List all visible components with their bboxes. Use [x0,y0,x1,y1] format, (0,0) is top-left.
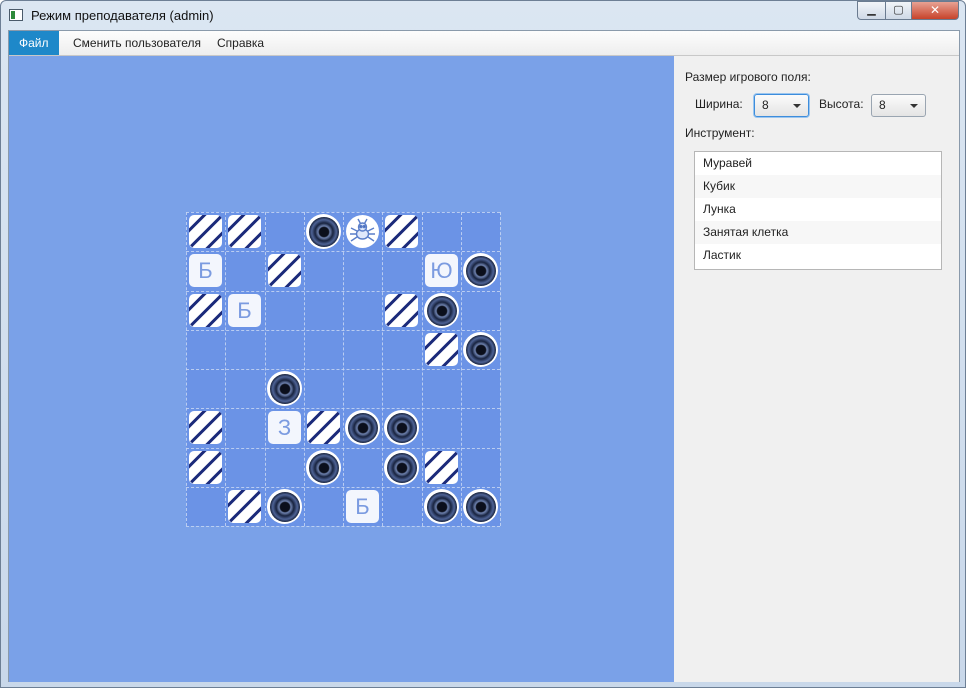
height-label: Высота: [819,97,864,111]
cube-icon [189,451,222,484]
letter-label: З [268,411,301,444]
hole-tile[interactable] [461,251,500,290]
hole-tile[interactable] [422,487,461,526]
hole-tile[interactable] [343,408,382,447]
letter-tile[interactable]: Б [186,251,225,290]
cube-tile[interactable] [382,212,421,251]
cube-tile[interactable] [422,330,461,369]
app-window: Режим преподавателя (admin) ▁ ▢ ✕ Файл С… [0,0,966,688]
hole-icon [463,332,498,367]
cube-tile[interactable] [186,448,225,487]
menu-file[interactable]: Файл [9,31,59,55]
hole-tile[interactable] [461,487,500,526]
hole-icon [306,450,341,485]
game-board[interactable]: Б Ю Б З Б [186,212,501,527]
client-area: Файл Сменить пользователя Справка Б Ю Б ЗБ … [8,30,960,682]
tool-list[interactable]: Муравей Кубик Лунка Занятая клетка Ласти… [694,151,942,270]
letter-label: Ю [425,254,458,287]
hole-icon [267,489,302,524]
letter-tile[interactable]: Б [343,487,382,526]
field-size-heading: Размер игрового поля: [685,70,811,84]
board-area: Б Ю Б З Б [9,56,674,682]
hole-tile[interactable] [304,448,343,487]
hole-icon [267,371,302,406]
ant-tile[interactable] [343,212,382,251]
height-value: 8 [879,98,886,112]
tool-ant[interactable]: Муравей [695,152,941,175]
maximize-button[interactable]: ▢ [885,1,912,20]
hole-tile[interactable] [265,369,304,408]
cube-icon [425,333,458,366]
letter-tile[interactable]: Б [225,291,264,330]
cube-tile[interactable] [186,212,225,251]
cube-icon [189,215,222,248]
cube-icon [385,215,418,248]
cube-tile[interactable] [186,408,225,447]
cube-icon [189,294,222,327]
close-button[interactable]: ✕ [911,1,959,20]
letter-tile[interactable]: Ю [422,251,461,290]
cube-tile[interactable] [422,448,461,487]
hole-icon [345,410,380,445]
ant-icon [346,215,379,248]
hole-icon [424,293,459,328]
app-icon [9,9,23,21]
width-select[interactable]: 8 [754,94,809,117]
letter-label: Б [228,294,261,327]
chevron-down-icon [793,104,801,108]
hole-icon [463,253,498,288]
menu-switch-user[interactable]: Сменить пользователя [63,31,211,55]
window-title: Режим преподавателя (admin) [31,8,214,23]
letter-label: Б [189,254,222,287]
cube-icon [425,451,458,484]
letter-label: Б [346,490,379,523]
hole-tile[interactable] [382,408,421,447]
hole-icon [463,489,498,524]
letter-tile[interactable]: З [265,408,304,447]
width-value: 8 [762,98,769,112]
tool-hole[interactable]: Лунка [695,198,941,221]
cube-icon [385,294,418,327]
cube-icon [268,254,301,287]
cube-tile[interactable] [225,212,264,251]
cube-icon [307,411,340,444]
menu-help[interactable]: Справка [207,31,274,55]
chevron-down-icon [910,104,918,108]
hole-icon [384,410,419,445]
cube-icon [228,490,261,523]
cube-tile[interactable] [186,291,225,330]
title-bar[interactable]: Режим преподавателя (admin) ▁ ▢ ✕ [1,1,965,30]
tool-occupied-cell[interactable]: Занятая клетка [695,221,941,244]
tool-heading: Инструмент: [685,126,755,140]
height-select[interactable]: 8 [871,94,926,117]
tool-cube[interactable]: Кубик [695,175,941,198]
grid-line [186,526,500,527]
cube-tile[interactable] [225,487,264,526]
menu-bar: Файл Сменить пользователя Справка [9,31,959,56]
hole-icon [424,489,459,524]
hole-tile[interactable] [265,487,304,526]
minimize-button[interactable]: ▁ [857,1,886,20]
cube-tile[interactable] [304,408,343,447]
hole-tile[interactable] [461,330,500,369]
hole-tile[interactable] [422,291,461,330]
grid-line [186,369,500,370]
cube-icon [228,215,261,248]
hole-tile[interactable] [304,212,343,251]
cube-tile[interactable] [265,251,304,290]
cube-tile[interactable] [382,291,421,330]
hole-tile[interactable] [382,448,421,487]
grid-line [500,212,501,526]
hole-icon [384,450,419,485]
cube-icon [189,411,222,444]
hole-icon [306,214,341,249]
settings-panel: Размер игрового поля: Ширина: 8 Высота: … [674,56,959,682]
width-label: Ширина: [695,97,743,111]
tool-eraser[interactable]: Ластик [695,244,941,267]
